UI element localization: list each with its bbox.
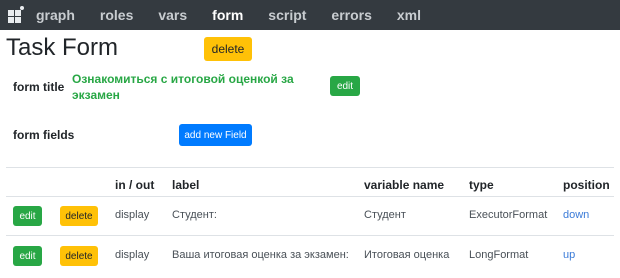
table-header-divider — [6, 196, 614, 197]
cell-variable-name: Студент — [364, 209, 406, 221]
top-navbar: graph roles vars form script errors xml — [0, 0, 620, 30]
table-row-divider — [6, 235, 614, 236]
cell-in-out: display — [115, 249, 150, 261]
nav-form[interactable]: form — [212, 7, 243, 23]
header-variable-name: variable name — [364, 178, 445, 192]
nav-roles[interactable]: roles — [100, 7, 133, 23]
nav-graph[interactable]: graph — [36, 7, 75, 23]
nav-script[interactable]: script — [268, 7, 306, 23]
header-position: position — [563, 178, 610, 192]
cell-in-out: display — [115, 209, 150, 221]
cell-variable-name: Итоговая оценка — [364, 249, 450, 261]
edit-field-button[interactable]: edit — [13, 246, 42, 266]
cell-type: LongFormat — [469, 249, 529, 261]
form-fields-label: form fields — [13, 128, 75, 142]
edit-form-title-button[interactable]: edit — [330, 76, 360, 96]
header-type: type — [469, 178, 494, 192]
page-title: Task Form — [6, 34, 119, 61]
nav-xml[interactable]: xml — [397, 7, 421, 23]
form-title-value: Ознакомиться с итоговой оценкой за экзам… — [72, 72, 294, 102]
delete-form-button[interactable]: delete — [204, 37, 252, 61]
app-grid-icon[interactable] — [8, 6, 24, 23]
cell-type: ExecutorFormat — [469, 209, 548, 221]
delete-field-button[interactable]: delete — [60, 206, 98, 226]
cell-label: Ваша итоговая оценка за экзамен: — [172, 249, 349, 261]
delete-field-button[interactable]: delete — [60, 246, 98, 266]
edit-field-button[interactable]: edit — [13, 206, 42, 226]
nav-errors[interactable]: errors — [331, 7, 371, 23]
cell-label: Студент: — [172, 209, 217, 221]
nav-vars[interactable]: vars — [158, 7, 187, 23]
form-title-label: form title — [13, 80, 65, 94]
move-down-link[interactable]: down — [563, 209, 589, 221]
table-divider — [6, 167, 614, 168]
header-label: label — [172, 178, 200, 192]
header-in-out: in / out — [115, 178, 155, 192]
move-up-link[interactable]: up — [563, 249, 575, 261]
add-new-field-button[interactable]: add new Field — [179, 124, 252, 146]
